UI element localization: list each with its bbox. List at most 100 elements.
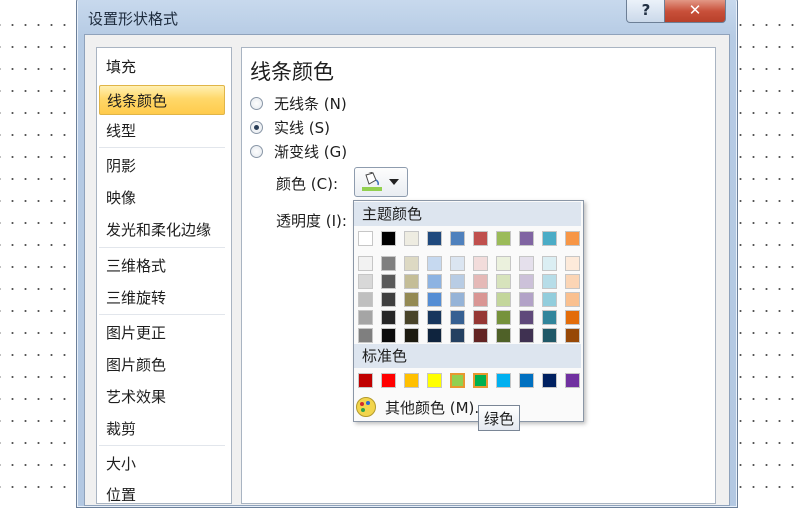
- nav-item[interactable]: 阴影: [99, 151, 225, 181]
- theme-shade-swatch[interactable]: [542, 328, 557, 343]
- nav-item[interactable]: 线型: [99, 116, 225, 146]
- theme-shade-swatch[interactable]: [381, 328, 396, 343]
- nav-item[interactable]: 映像: [99, 183, 225, 213]
- standard-color-swatch[interactable]: [381, 373, 396, 388]
- nav-item[interactable]: 图片更正: [99, 318, 225, 348]
- radio-no-line-button[interactable]: [250, 96, 263, 110]
- nav-item[interactable]: 大小: [99, 449, 225, 479]
- theme-shade-swatch[interactable]: [519, 292, 534, 307]
- theme-shade-swatch[interactable]: [496, 256, 511, 271]
- theme-color-swatch[interactable]: [450, 231, 465, 246]
- nav-item[interactable]: 线条颜色: [99, 85, 225, 115]
- theme-shade-swatch[interactable]: [404, 310, 419, 325]
- more-colors-item[interactable]: 其他颜色 (M)...: [356, 396, 489, 418]
- theme-shade-swatch[interactable]: [519, 274, 534, 289]
- nav-item[interactable]: 位置: [99, 480, 225, 510]
- radio-gradient-line[interactable]: 渐变线 (G): [250, 140, 347, 162]
- nav-item[interactable]: 填充: [99, 52, 225, 82]
- standard-color-swatch[interactable]: [404, 373, 419, 388]
- theme-shade-swatch[interactable]: [404, 274, 419, 289]
- theme-shade-swatch[interactable]: [381, 292, 396, 307]
- nav-item[interactable]: 裁剪: [99, 414, 225, 444]
- theme-shade-swatch[interactable]: [565, 256, 580, 271]
- theme-shade-swatch[interactable]: [450, 328, 465, 343]
- theme-shade-swatch[interactable]: [427, 292, 442, 307]
- standard-color-swatch[interactable]: [496, 373, 511, 388]
- theme-shade-swatch[interactable]: [565, 328, 580, 343]
- theme-color-swatch[interactable]: [473, 231, 488, 246]
- nav-item[interactable]: 三维格式: [99, 251, 225, 281]
- theme-shade-swatch[interactable]: [427, 328, 442, 343]
- theme-shade-swatch[interactable]: [450, 292, 465, 307]
- theme-color-swatch[interactable]: [542, 231, 557, 246]
- standard-color-swatch[interactable]: [542, 373, 557, 388]
- standard-color-swatch[interactable]: [427, 373, 442, 388]
- radio-gradient-line-button[interactable]: [250, 144, 263, 158]
- theme-shade-swatch[interactable]: [381, 274, 396, 289]
- theme-shade-swatch[interactable]: [427, 256, 442, 271]
- theme-shade-swatch[interactable]: [542, 292, 557, 307]
- theme-shade-swatch[interactable]: [427, 274, 442, 289]
- theme-shade-swatch[interactable]: [519, 256, 534, 271]
- theme-shade-swatch[interactable]: [496, 274, 511, 289]
- theme-shade-swatch[interactable]: [519, 310, 534, 325]
- theme-color-swatch[interactable]: [358, 231, 373, 246]
- theme-shade-swatch[interactable]: [404, 256, 419, 271]
- theme-shade-swatch[interactable]: [450, 310, 465, 325]
- theme-shade-swatch[interactable]: [565, 310, 580, 325]
- theme-shade-swatch[interactable]: [542, 274, 557, 289]
- radio-no-line[interactable]: 无线条 (N): [250, 92, 347, 114]
- line-color-dropdown-button[interactable]: [354, 167, 408, 197]
- theme-shade-swatch[interactable]: [473, 274, 488, 289]
- theme-shade-swatch[interactable]: [473, 292, 488, 307]
- theme-shade-swatch[interactable]: [496, 328, 511, 343]
- theme-shade-swatch[interactable]: [496, 310, 511, 325]
- standard-color-swatch[interactable]: [450, 373, 465, 388]
- help-button[interactable]: ?: [626, 0, 666, 23]
- radio-solid-line-button[interactable]: [250, 120, 263, 134]
- theme-color-swatch[interactable]: [427, 231, 442, 246]
- theme-color-swatch[interactable]: [404, 231, 419, 246]
- theme-shade-swatch[interactable]: [358, 256, 373, 271]
- radio-no-line-label: 无线条 (N): [274, 94, 347, 113]
- theme-shade-swatch[interactable]: [381, 256, 396, 271]
- color-label: 颜色 (C):: [276, 175, 338, 193]
- standard-color-swatch[interactable]: [358, 373, 373, 388]
- theme-color-swatch[interactable]: [496, 231, 511, 246]
- theme-shade-swatch[interactable]: [358, 274, 373, 289]
- theme-shade-swatch[interactable]: [404, 328, 419, 343]
- theme-shade-swatch[interactable]: [565, 292, 580, 307]
- close-button[interactable]: ✕: [664, 0, 726, 23]
- theme-shade-swatch[interactable]: [473, 310, 488, 325]
- nav-divider: [99, 247, 225, 248]
- theme-shade-swatch[interactable]: [473, 328, 488, 343]
- theme-shade-swatch[interactable]: [358, 310, 373, 325]
- theme-shade-swatch[interactable]: [519, 328, 534, 343]
- nav-item[interactable]: 图片颜色: [99, 350, 225, 380]
- theme-shade-swatch[interactable]: [542, 256, 557, 271]
- theme-shade-swatch[interactable]: [358, 328, 373, 343]
- theme-color-swatch[interactable]: [381, 231, 396, 246]
- standard-color-swatch[interactable]: [473, 373, 488, 388]
- radio-gradient-line-label: 渐变线 (G): [274, 142, 348, 161]
- theme-shade-swatch[interactable]: [381, 310, 396, 325]
- nav-item[interactable]: 发光和柔化边缘: [99, 215, 225, 245]
- radio-solid-line[interactable]: 实线 (S): [250, 116, 330, 138]
- theme-shade-swatch[interactable]: [565, 274, 580, 289]
- theme-shade-swatch[interactable]: [542, 310, 557, 325]
- standard-color-swatch[interactable]: [519, 373, 534, 388]
- theme-shade-swatch[interactable]: [473, 256, 488, 271]
- nav-item[interactable]: 艺术效果: [99, 382, 225, 412]
- standard-colors-header: 标准色: [354, 344, 581, 368]
- nav-item[interactable]: 三维旋转: [99, 283, 225, 313]
- theme-shade-swatch[interactable]: [427, 310, 442, 325]
- theme-shade-swatch[interactable]: [358, 292, 373, 307]
- theme-shade-swatch[interactable]: [450, 274, 465, 289]
- theme-shade-swatch[interactable]: [496, 292, 511, 307]
- theme-shade-swatch[interactable]: [404, 292, 419, 307]
- standard-color-swatch[interactable]: [565, 373, 580, 388]
- theme-color-swatch[interactable]: [565, 231, 580, 246]
- nav-divider: [99, 445, 225, 446]
- theme-color-swatch[interactable]: [519, 231, 534, 246]
- theme-shade-swatch[interactable]: [450, 256, 465, 271]
